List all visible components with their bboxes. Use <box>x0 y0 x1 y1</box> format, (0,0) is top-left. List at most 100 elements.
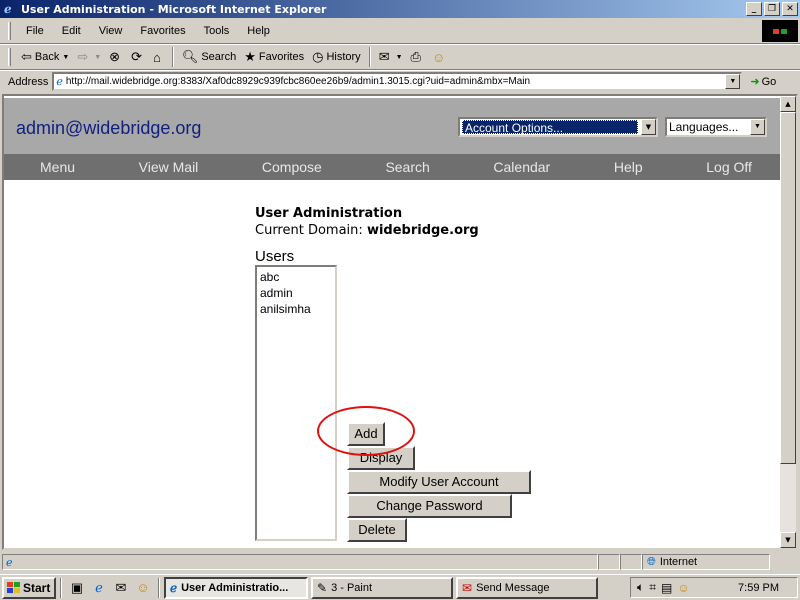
forward-dropdown-icon[interactable]: ▼ <box>94 54 101 61</box>
ie-quicklaunch-icon[interactable]: ℯ <box>90 579 108 597</box>
volume-icon[interactable]: 🔈︎ <box>637 580 644 595</box>
menu-help[interactable]: Help <box>238 25 279 37</box>
refresh-button[interactable]: ⟳ <box>127 46 149 68</box>
nav-view-mail[interactable]: View Mail <box>139 159 199 175</box>
address-dropdown-icon[interactable]: ▼ <box>725 74 741 89</box>
go-button[interactable]: ➜ Go <box>750 75 777 89</box>
standard-toolbar: ⇦ Back ▼ ⇨ ▼ ⊗ ⟳ ⌂ 🔍︎ Search ★ Favorites… <box>0 44 800 70</box>
menu-tools[interactable]: Tools <box>195 25 239 37</box>
taskbar-separator <box>60 577 62 598</box>
highlight-annotation <box>317 406 415 456</box>
menu-bar: File Edit View Favorites Tools Help <box>0 18 800 44</box>
account-options-select[interactable]: Account Options... ▼ <box>458 117 658 137</box>
network-icon[interactable]: ⌗ <box>649 580 656 595</box>
forward-button[interactable]: ⇨ ▼ <box>73 46 105 68</box>
windows-logo-icon <box>762 20 798 42</box>
vertical-scrollbar[interactable]: ▲ ▼ <box>780 96 796 548</box>
messenger-button[interactable]: ☺ <box>428 46 452 68</box>
stop-button[interactable]: ⊗ <box>105 46 127 68</box>
search-button[interactable]: 🔍︎ Search <box>178 46 240 68</box>
security-zone: 🌐︎ Internet <box>642 554 770 570</box>
outlook-quicklaunch-icon[interactable]: ✉ <box>112 579 130 597</box>
account-email: admin@widebridge.org <box>16 118 202 138</box>
languages-dropdown-icon[interactable]: ▼ <box>750 119 765 135</box>
stop-icon: ⊗ <box>109 49 121 64</box>
back-arrow-icon: ⇦ <box>21 49 32 64</box>
search-label: Search <box>201 51 237 63</box>
task-label: User Administratio... <box>181 581 289 594</box>
task-paint[interactable]: ✎ 3 - Paint <box>311 576 453 599</box>
favorites-icon: ★ <box>244 49 256 64</box>
nav-help[interactable]: Help <box>614 159 643 175</box>
messenger-quicklaunch-icon[interactable]: ☺ <box>134 579 152 597</box>
account-options-dropdown-icon[interactable]: ▼ <box>641 119 656 135</box>
task-ie[interactable]: ℯ User Administratio... <box>164 576 308 599</box>
toolbar-grip <box>8 21 11 40</box>
nav-compose[interactable]: Compose <box>262 159 322 175</box>
menu-edit[interactable]: Edit <box>53 25 90 37</box>
go-arrow-icon: ➜ <box>750 76 760 88</box>
languages-select[interactable]: Languages... ▼ <box>665 117 767 137</box>
show-desktop-icon[interactable]: ▣ <box>68 579 86 597</box>
history-button[interactable]: ◷ History <box>308 46 365 68</box>
go-label: Go <box>761 75 777 88</box>
minimize-button[interactable]: _ <box>746 2 762 16</box>
display-icon[interactable]: ▤ <box>661 581 672 595</box>
menu-view[interactable]: View <box>90 25 132 37</box>
page-icon: ℯ <box>56 76 63 88</box>
scroll-down-icon[interactable]: ▼ <box>780 532 796 548</box>
page-viewport: admin@widebridge.org Account Options... … <box>2 94 798 550</box>
nav-menu[interactable]: Menu <box>40 159 75 175</box>
address-input[interactable]: ℯ http://mail.widebridge.org:8383/Xaf0dc… <box>52 72 743 91</box>
start-button[interactable]: Start <box>2 576 56 599</box>
windows-flag-icon <box>7 582 20 593</box>
list-item[interactable]: admin <box>260 285 332 301</box>
messenger-tray-icon[interactable]: ☺ <box>677 581 689 595</box>
mail-dropdown-icon[interactable]: ▼ <box>396 54 403 61</box>
system-tray: 🔈︎ ⌗ ▤ ☺ 7:59 PM <box>630 577 798 598</box>
back-button[interactable]: ⇦ Back ▼ <box>17 46 73 68</box>
task-send-message[interactable]: ✉ Send Message <box>456 576 598 599</box>
print-button[interactable]: ⎙ <box>407 46 428 68</box>
favorites-label: Favorites <box>258 51 305 63</box>
users-listbox[interactable]: abc admin anilsimha <box>255 265 337 541</box>
menu-favorites[interactable]: Favorites <box>131 25 194 37</box>
close-button[interactable]: ✕ <box>782 2 798 16</box>
home-button[interactable]: ⌂ <box>149 46 168 68</box>
mail-icon: ✉ <box>378 49 390 64</box>
page-header: admin@widebridge.org Account Options... … <box>4 98 780 154</box>
delete-button[interactable]: Delete <box>347 518 407 542</box>
nav-log-off[interactable]: Log Off <box>706 159 752 175</box>
print-icon: ⎙ <box>410 49 421 64</box>
refresh-icon: ⟳ <box>131 49 142 64</box>
back-label: Back <box>34 51 60 63</box>
list-item[interactable]: abc <box>260 269 332 285</box>
languages-value: Languages... <box>669 120 739 134</box>
status-pane <box>598 554 620 570</box>
back-dropdown-icon[interactable]: ▼ <box>62 54 69 61</box>
scroll-up-icon[interactable]: ▲ <box>780 96 796 112</box>
nav-calendar[interactable]: Calendar <box>493 159 550 175</box>
favorites-button[interactable]: ★ Favorites <box>240 46 308 68</box>
status-pane <box>620 554 642 570</box>
address-label: Address <box>8 75 49 88</box>
modify-user-account-button[interactable]: Modify User Account <box>347 470 531 494</box>
menu-file[interactable]: File <box>17 25 53 37</box>
current-domain: Current Domain: widebridge.org <box>255 223 479 238</box>
history-icon: ◷ <box>312 49 324 64</box>
page-status-icon: ℯ <box>6 555 13 569</box>
toolbar-grip <box>8 48 11 66</box>
paint-icon: ✎ <box>317 580 328 595</box>
address-bar: Address ℯ http://mail.widebridge.org:838… <box>0 70 800 92</box>
mail-button[interactable]: ✉ ▼ <box>375 46 407 68</box>
task-label: 3 - Paint <box>331 581 373 594</box>
domain-value: widebridge.org <box>366 223 479 238</box>
restore-button[interactable]: ❐ <box>764 2 780 16</box>
nav-search[interactable]: Search <box>385 159 429 175</box>
users-heading: Users <box>255 248 295 265</box>
change-password-button[interactable]: Change Password <box>347 494 512 518</box>
scroll-thumb[interactable] <box>780 112 796 464</box>
toolbar-separator <box>368 47 371 67</box>
toolbar-separator <box>171 47 174 67</box>
list-item[interactable]: anilsimha <box>260 301 332 317</box>
